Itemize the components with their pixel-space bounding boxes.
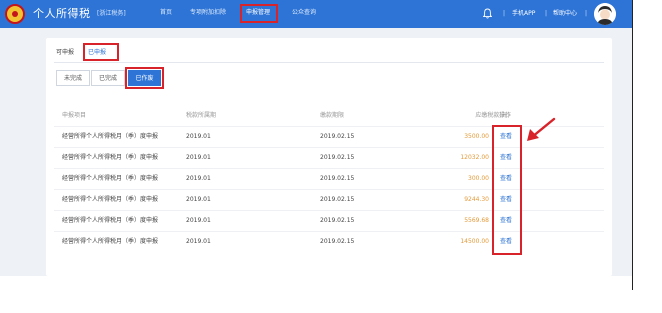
- cell-deadline: 2019.02.15: [320, 217, 355, 224]
- segment-incomplete[interactable]: 未完成: [56, 70, 90, 86]
- cell-amount: 5569.68: [464, 217, 489, 224]
- separator: |: [585, 10, 588, 17]
- table-header-row: 申报项目 税款所属期 缴款期限 应缴税款(元) 操作: [54, 106, 604, 126]
- app-title: 个人所得税: [33, 7, 91, 20]
- cell-amount: 12032.00: [460, 154, 489, 161]
- highlight-box-tab: [83, 43, 119, 61]
- cell-deadline: 2019.02.15: [320, 238, 355, 245]
- bell-icon[interactable]: [483, 8, 492, 19]
- column-header-deadline: 缴款期限: [320, 112, 345, 119]
- cell-item: 经营所得个人所得税月（季）度申报: [62, 238, 159, 245]
- cell-period: 2019.01: [186, 196, 211, 203]
- cell-item: 经营所得个人所得税月（季）度申报: [62, 133, 159, 140]
- cell-period: 2019.01: [186, 154, 211, 161]
- user-avatar-icon: [594, 3, 616, 25]
- cell-period: 2019.01: [186, 217, 211, 224]
- screenshot-border: [632, 0, 633, 290]
- cell-amount: 3500.00: [464, 133, 489, 140]
- segment-completed[interactable]: 已完成: [91, 70, 125, 86]
- separator: |: [503, 10, 506, 17]
- cell-item: 经营所得个人所得税月（季）度申报: [62, 154, 159, 161]
- cell-amount: 14500.00: [460, 238, 489, 245]
- cell-deadline: 2019.02.15: [320, 133, 355, 140]
- tax-app-page: 个人所得税 [浙江税务] 首页 专项附加扣除 申报管理 公众查询 | 手机APP…: [0, 0, 633, 276]
- cell-period: 2019.01: [186, 133, 211, 140]
- cell-deadline: 2019.02.15: [320, 175, 355, 182]
- cell-period: 2019.01: [186, 175, 211, 182]
- declaration-table: 申报项目 税款所属期 缴款期限 应缴税款(元) 操作 经营所得个人所得税月（季）…: [54, 100, 604, 276]
- cell-period: 2019.01: [186, 238, 211, 245]
- cell-deadline: 2019.02.15: [320, 154, 355, 161]
- column-header-item: 申报项目: [62, 112, 87, 119]
- mobile-app-link[interactable]: 手机APP: [512, 9, 535, 19]
- tab-divider: [54, 62, 604, 63]
- declaration-card: 可申报 已申报 未完成 已完成 已作废 申报项目 税款所属期 缴款期限 应缴税款…: [46, 38, 612, 276]
- highlight-box-nav: [240, 4, 278, 23]
- cell-amount: 300.00: [468, 175, 489, 182]
- cell-item: 经营所得个人所得税月（季）度申报: [62, 196, 159, 203]
- red-arrow-icon: [527, 117, 556, 141]
- help-center-link[interactable]: 帮助中心: [553, 9, 577, 19]
- cell-amount: 9244.30: [464, 196, 489, 203]
- nav-home[interactable]: 首页: [160, 8, 172, 18]
- cell-item: 经营所得个人所得税月（季）度申报: [62, 217, 159, 224]
- column-header-action: 操作: [499, 112, 512, 119]
- top-navigation-bar: 个人所得税 [浙江税务] 首页 专项附加扣除 申报管理 公众查询 | 手机APP…: [0, 0, 633, 28]
- app-subtitle: [浙江税务]: [97, 10, 126, 17]
- tax-emblem-icon: [5, 4, 25, 24]
- tab-declarable[interactable]: 可申报: [56, 48, 74, 58]
- highlight-box-segment: [125, 67, 164, 89]
- separator: |: [545, 10, 548, 17]
- avatar[interactable]: [594, 3, 616, 25]
- highlight-box-actions: [492, 125, 522, 255]
- cell-item: 经营所得个人所得税月（季）度申报: [62, 175, 159, 182]
- nav-special-deduction[interactable]: 专项附加扣除: [190, 8, 226, 18]
- cell-deadline: 2019.02.15: [320, 196, 355, 203]
- nav-public-query[interactable]: 公众查询: [292, 8, 316, 18]
- column-header-period: 税款所属期: [186, 112, 217, 119]
